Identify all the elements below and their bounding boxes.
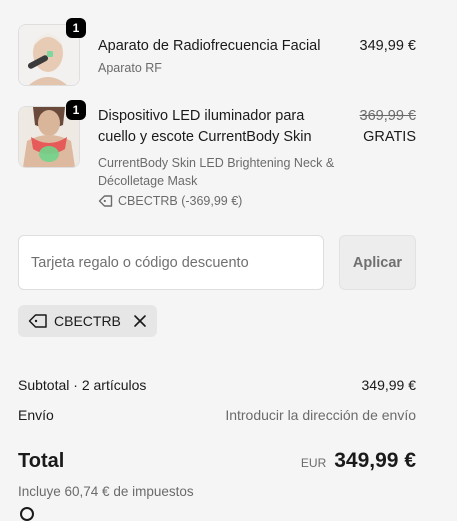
- quantity-badge: 1: [66, 100, 86, 120]
- item-price: GRATIS: [363, 129, 416, 145]
- close-icon[interactable]: [133, 314, 147, 328]
- item-discount-label: CBECTRB (-369,99 €): [118, 194, 243, 208]
- product-thumbnail: 1: [18, 18, 86, 86]
- original-price: 369,99 €: [359, 108, 416, 124]
- currency-code: EUR: [300, 456, 327, 470]
- item-price: 349,99 €: [359, 38, 416, 54]
- tax-note: Incluye 60,74 € de impuestos: [18, 484, 194, 499]
- shipping-label: Envío: [18, 407, 54, 423]
- total-amount: EUR 349,99 €: [301, 449, 416, 473]
- total-row: Total EUR 349,99 €: [18, 449, 416, 473]
- apply-discount-button[interactable]: Aplicar: [339, 235, 416, 290]
- total-label: Total: [18, 450, 65, 472]
- subtotal-row: Subtotal · 2 artículos 349,99 €: [18, 377, 416, 393]
- item-subtitle: CurrentBody Skin LED Brightening Neck & …: [98, 156, 335, 188]
- total-value: 349,99 €: [334, 449, 416, 472]
- subtotal-label: Subtotal · 2 artículos: [18, 377, 147, 393]
- item-title: Dispositivo LED iluminador para cuello y…: [98, 108, 312, 145]
- cart-item: 1 Dispositivo LED iluminador para cuello…: [18, 100, 416, 210]
- discount-code-input[interactable]: [18, 235, 324, 290]
- tag-icon: [98, 194, 114, 208]
- quantity-badge: 1: [66, 18, 86, 38]
- item-info: Aparato de Radiofrecuencia Facial Aparat…: [98, 36, 346, 77]
- item-price-column: 369,99 € GRATIS: [360, 106, 416, 148]
- partial-icon: [20, 507, 34, 521]
- applied-discount-code: CBECTRB: [54, 313, 121, 329]
- item-title: Aparato de Radiofrecuencia Facial: [98, 38, 321, 54]
- item-info: Dispositivo LED iluminador para cuello y…: [98, 106, 346, 208]
- shipping-value: Introducir la dirección de envío: [225, 407, 416, 423]
- item-subtitle: Aparato RF: [98, 61, 162, 75]
- subtotal-value: 349,99 €: [361, 377, 417, 393]
- product-thumbnail: 1: [18, 100, 86, 168]
- item-discount: CBECTRB (-369,99 €): [98, 194, 346, 208]
- shipping-row: Envío Introducir la dirección de envío: [18, 407, 416, 423]
- item-price-column: 349,99 €: [360, 36, 416, 57]
- cart-item: 1 Aparato de Radiofrecuencia Facial Apar…: [18, 18, 416, 90]
- applied-discount-chip: CBECTRB: [18, 305, 157, 337]
- tag-icon: [28, 313, 48, 329]
